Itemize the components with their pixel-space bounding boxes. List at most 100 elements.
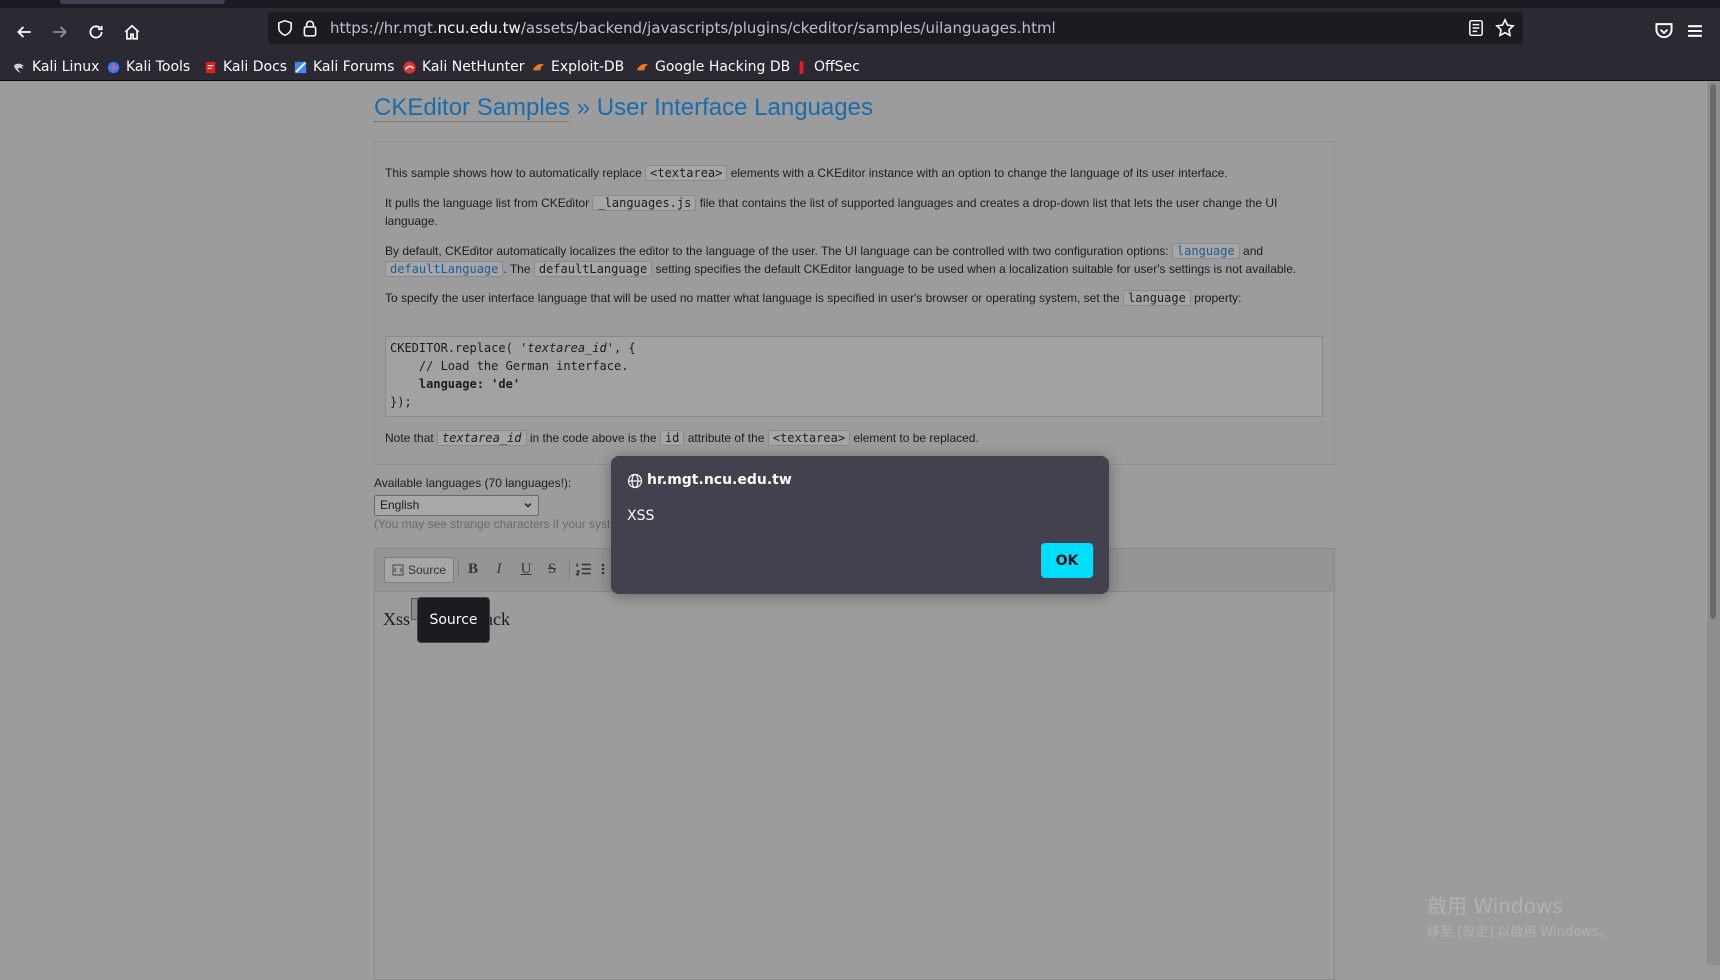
source-button-label: Source — [408, 563, 447, 577]
source-button[interactable]: Source — [384, 557, 454, 583]
bookmark-label: Kali Forums — [313, 59, 395, 75]
text: property: — [1190, 291, 1242, 305]
windows-activation-watermark: 啟用 Windows 移至 [設定] 以啟用 Windows。 — [1427, 890, 1612, 940]
toolbar-separator — [569, 561, 570, 578]
reload-button[interactable] — [82, 18, 110, 46]
arrow-right-icon — [53, 26, 67, 38]
lock-icon[interactable] — [302, 19, 318, 37]
back-button[interactable] — [10, 18, 38, 46]
italic-button[interactable]: I — [490, 560, 508, 578]
code-token: , { — [613, 341, 636, 355]
page-scrollbar[interactable] — [1707, 81, 1720, 965]
text: It pulls the language list from CKEditor — [385, 196, 593, 210]
text: elements with a CKEditor instance with a… — [727, 166, 1228, 180]
description-p4: To specify the user interface language t… — [385, 289, 1315, 307]
code-language: language — [1123, 290, 1191, 306]
url-bar[interactable]: https://hr.mgt.ncu.edu.tw/assets/backend… — [268, 12, 1523, 44]
breadcrumb-ckeditor-samples[interactable]: CKEditor Samples — [374, 94, 571, 122]
bookmark-label: Kali Linux — [32, 59, 100, 75]
bookmark-google-hacking-db[interactable]: Google Hacking DB — [635, 57, 790, 77]
ok-button[interactable]: OK — [1041, 543, 1093, 578]
code-textarea: <textarea> — [645, 165, 728, 181]
description-p2: It pulls the language list from CKEditor… — [385, 194, 1315, 230]
home-icon — [124, 24, 140, 40]
code-line-2: // Load the German interface. — [390, 359, 629, 373]
code-id: id — [659, 430, 685, 446]
browser-toolbar: https://hr.mgt.ncu.edu.tw/assets/backend… — [0, 8, 1720, 55]
url-prefix: https://hr.mgt. — [330, 19, 438, 37]
languages-note: (You may see strange characters if your … — [374, 517, 614, 531]
bookmark-offsec[interactable]: OffSec — [794, 57, 860, 77]
bookmark-label: OffSec — [814, 59, 860, 75]
url-text[interactable]: https://hr.mgt.ncu.edu.tw/assets/backend… — [330, 19, 1056, 37]
language-select[interactable]: English — [374, 495, 539, 516]
code-sample: CKEDITOR.replace( 'textarea_id', { // Lo… — [385, 336, 1323, 417]
underline-button[interactable]: U — [517, 560, 535, 578]
code-languages-js: _languages.js — [592, 195, 697, 211]
code-textarea-2: <textarea> — [767, 430, 851, 446]
bookmark-label: Kali Docs — [223, 59, 288, 75]
editor-content[interactable]: XssAttack — [375, 592, 1334, 978]
numbered-list-icon[interactable] — [575, 560, 593, 578]
scrollbar-thumb[interactable] — [1710, 84, 1716, 619]
bookmark-label: Kali NetHunter — [422, 59, 525, 75]
url-path: /assets/backend/javascripts/plugins/cked… — [520, 19, 1056, 37]
bookmark-kali-tools[interactable]: Kali Tools — [106, 57, 190, 77]
text: in the code above is the — [526, 431, 660, 445]
source-tooltip: Source — [417, 597, 490, 643]
dialog-origin: hr.mgt.ncu.edu.tw — [647, 472, 792, 488]
arrow-left-icon — [17, 26, 31, 38]
bookmark-kali-nethunter[interactable]: Kali NetHunter — [402, 57, 524, 77]
code-line-1: CKEDITOR.replace( 'textarea_id', { — [390, 339, 636, 357]
title-main: User Interface Languages — [596, 94, 873, 121]
globe-icon — [627, 473, 643, 489]
bold-button[interactable]: B — [464, 560, 482, 578]
text: and — [1239, 244, 1264, 258]
text: attribute of the — [684, 431, 768, 445]
language-link[interactable]: language — [1171, 243, 1240, 259]
languages-label: Available languages (70 languages!): — [374, 476, 572, 490]
text: To specify the user interface language t… — [385, 291, 1124, 305]
alert-dialog: hr.mgt.ncu.edu.tw XSS OK — [611, 456, 1109, 594]
bookmark-kali-forums[interactable]: Kali Forums — [293, 57, 394, 77]
bookmark-kali-docs[interactable]: Kali Docs — [203, 57, 287, 77]
forward-button[interactable] — [46, 18, 74, 46]
reader-view-icon[interactable] — [1467, 19, 1485, 37]
bookmark-label: Google Hacking DB — [655, 59, 791, 75]
bulleted-list-icon[interactable] — [601, 560, 609, 578]
language-selected-value: English — [380, 498, 420, 512]
bookmark-label: Kali Tools — [126, 59, 191, 75]
bookmark-exploit-db[interactable]: Exploit-DB — [531, 57, 624, 77]
text: . The — [503, 262, 534, 276]
watermark-line-2: 移至 [設定] 以啟用 Windows。 — [1427, 925, 1612, 940]
active-tab-edge[interactable] — [60, 0, 225, 4]
code-line-4: }); — [390, 395, 412, 409]
home-button[interactable] — [118, 18, 146, 46]
default-language-link[interactable]: defaultLanguage — [385, 261, 504, 277]
exploit-db-icon — [532, 63, 545, 70]
url-domain: ncu.edu.tw — [437, 19, 521, 37]
kali-docs-icon — [205, 61, 216, 73]
kali-tools-icon — [107, 61, 120, 73]
text: By default, CKEditor automatically local… — [385, 244, 1172, 258]
code-textarea-id: textarea_id — [437, 430, 527, 446]
pocket-icon[interactable] — [1653, 20, 1675, 42]
tab-strip — [0, 0, 1720, 8]
code-default-language: defaultLanguage — [533, 261, 653, 277]
menu-icon[interactable] — [1684, 20, 1706, 42]
code-line-3: language: 'de' — [390, 377, 521, 391]
description-p1: This sample shows how to automatically r… — [385, 164, 1315, 182]
kali-dragon-icon — [13, 63, 25, 73]
bookmark-star-icon[interactable] — [1495, 18, 1515, 38]
text: This sample shows how to automatically r… — [385, 166, 646, 180]
page-title: CKEditor Samples » User Interface Langua… — [374, 94, 873, 122]
chevron-down-icon — [524, 502, 532, 508]
text: setting specifies the default CKEditor l… — [652, 262, 1297, 276]
watermark-line-1: 啟用 Windows — [1427, 894, 1563, 918]
ghdb-icon — [636, 63, 649, 70]
shield-icon[interactable] — [276, 19, 294, 37]
strikethrough-button[interactable]: S — [543, 560, 561, 578]
toolbar-separator — [458, 561, 459, 578]
bookmark-kali-linux[interactable]: Kali Linux — [12, 57, 99, 77]
bookmark-label: Exploit-DB — [551, 59, 625, 75]
